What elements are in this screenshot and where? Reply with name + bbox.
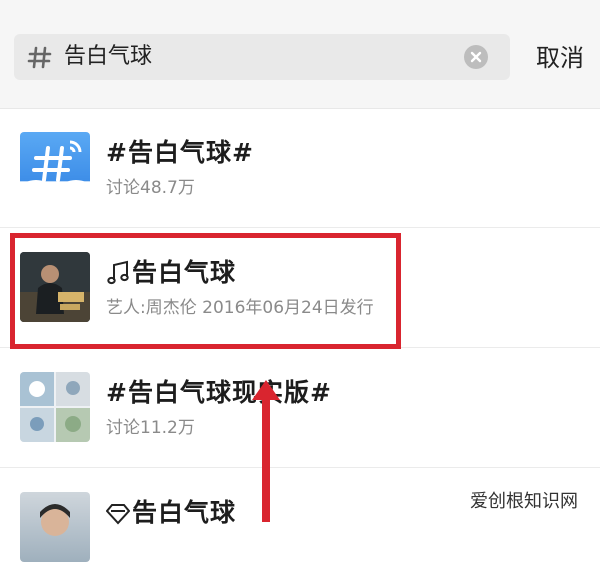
result-subtitle: 讨论11.2万 bbox=[106, 418, 195, 438]
topic-hash-cloud-icon bbox=[20, 132, 90, 202]
list-item[interactable]: #告白气球现实版# 讨论11.2万 bbox=[0, 348, 600, 468]
search-input[interactable]: 告白气球 bbox=[64, 43, 152, 71]
watermark: 爱创根知识网 bbox=[470, 491, 578, 512]
photo-collage-image bbox=[20, 372, 90, 442]
person-photo-image bbox=[20, 492, 90, 562]
hashtag-icon bbox=[27, 46, 52, 69]
result-title: 告白气球 bbox=[132, 498, 237, 527]
search-bar[interactable]: 告白气球 bbox=[14, 34, 510, 80]
result-subtitle: 讨论48.7万 bbox=[106, 178, 195, 198]
result-title: #告白气球现实版# bbox=[106, 378, 332, 407]
arrow-up-icon bbox=[252, 380, 280, 522]
diamond-icon bbox=[106, 504, 130, 525]
cancel-button[interactable]: 取消 bbox=[536, 40, 584, 76]
search-header: 告白气球 取消 bbox=[0, 0, 600, 109]
list-item[interactable]: 告白气球 bbox=[0, 468, 600, 588]
clear-search-icon[interactable] bbox=[464, 45, 488, 69]
result-title: #告白气球# bbox=[106, 138, 254, 167]
list-item[interactable]: #告白气球# 讨论48.7万 bbox=[0, 108, 600, 228]
highlight-annotation-box bbox=[10, 233, 401, 349]
